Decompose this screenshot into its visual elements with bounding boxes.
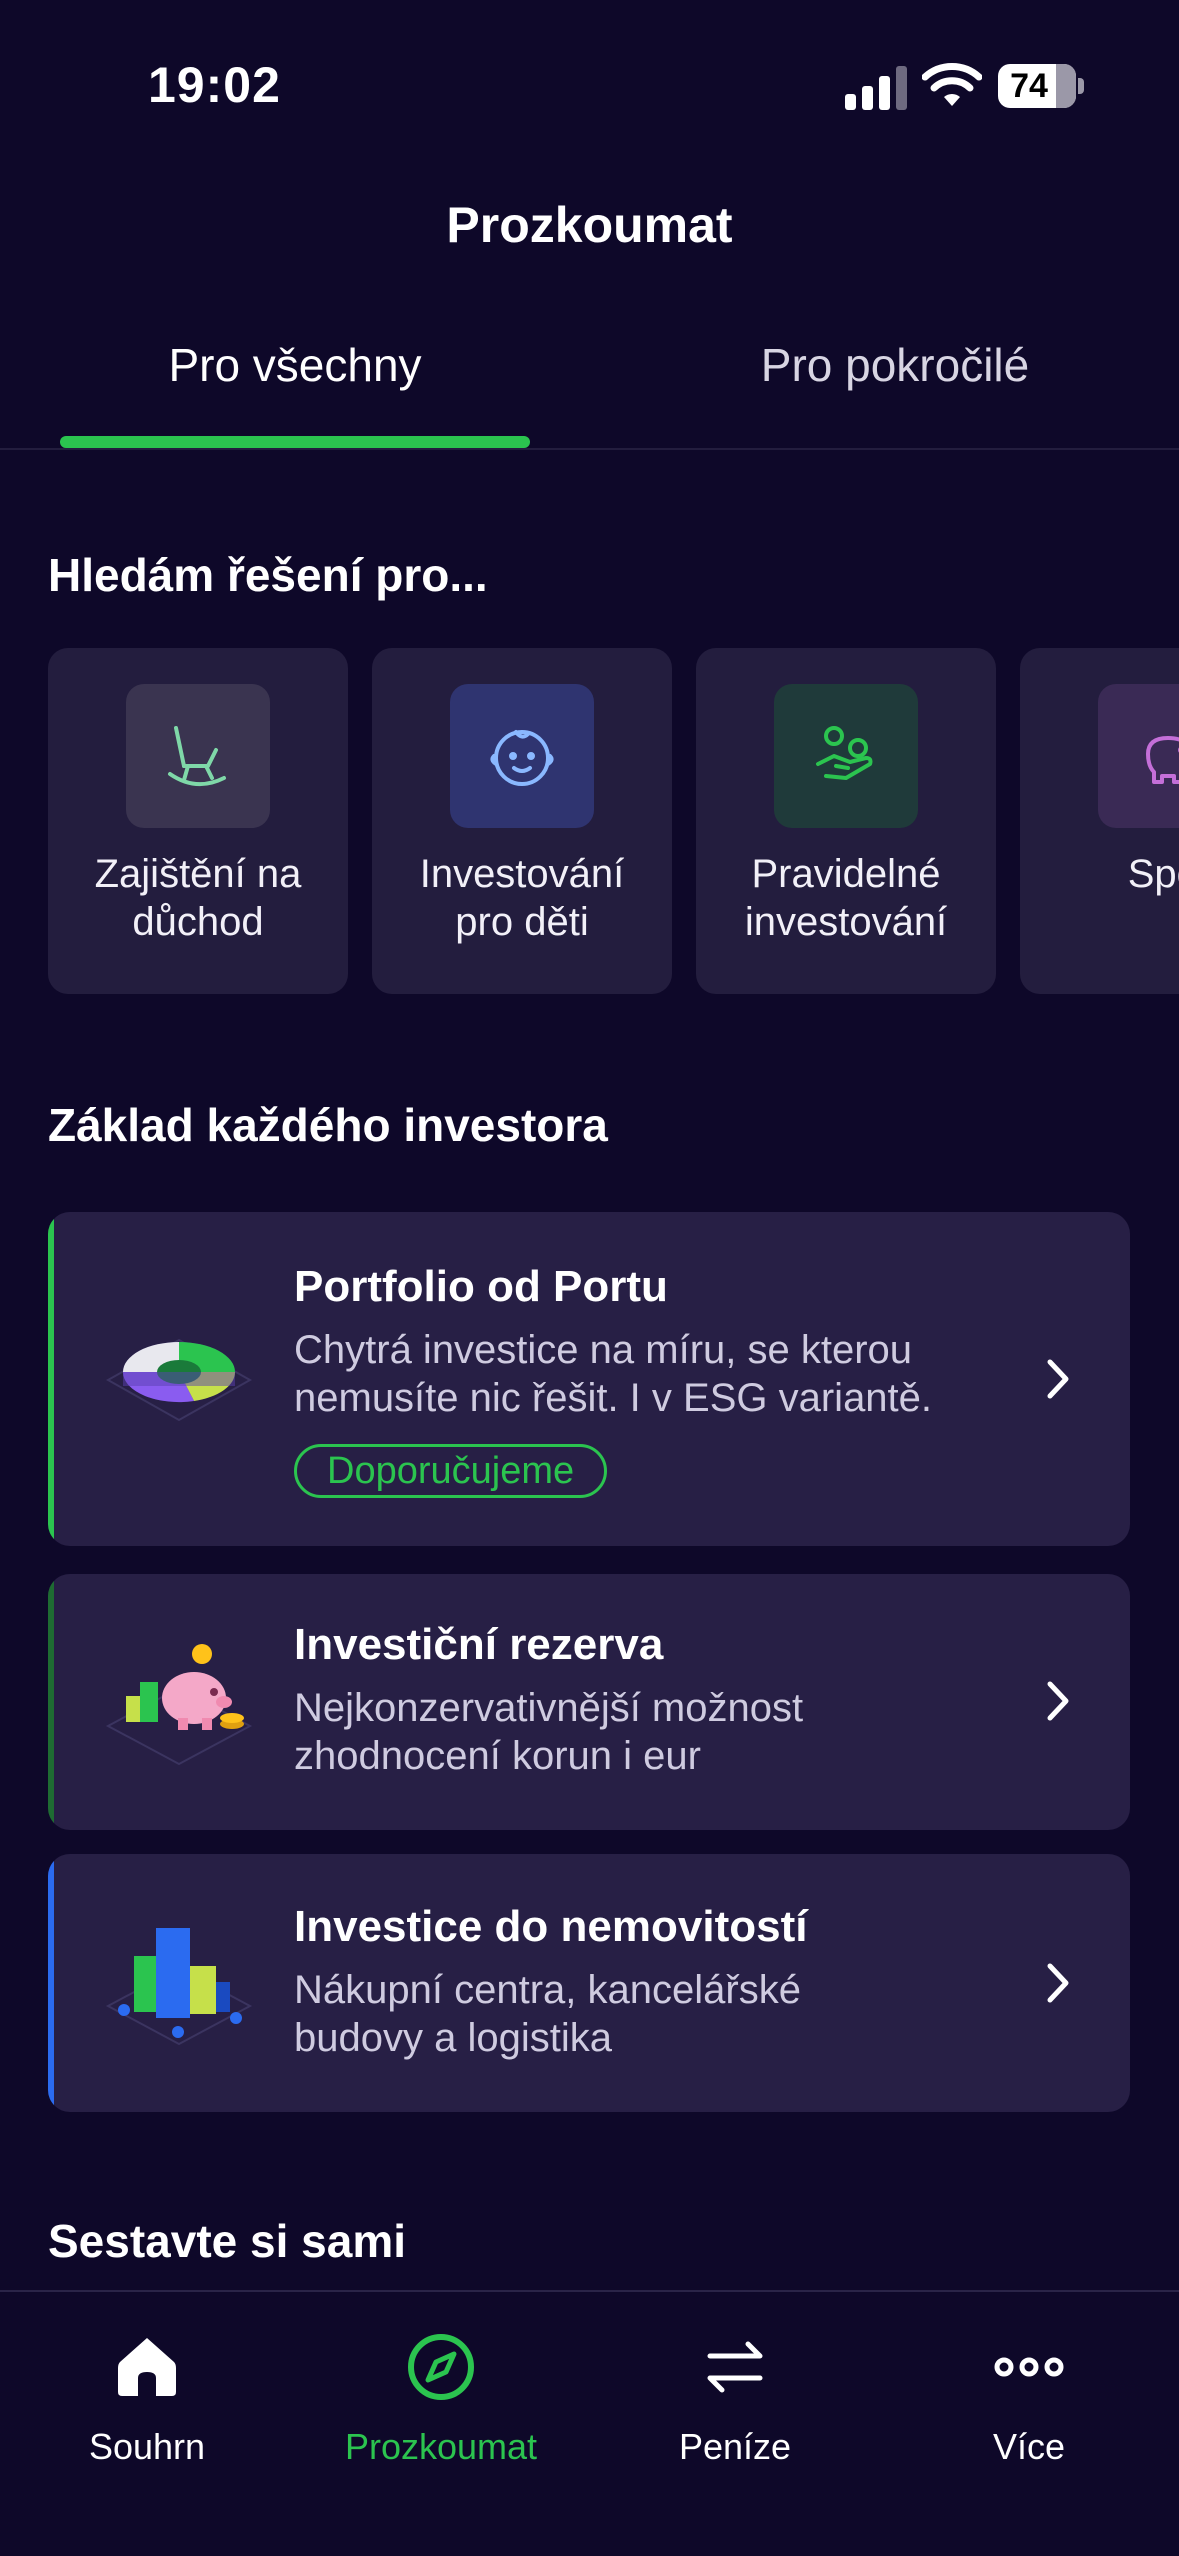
solution-icon-box [774,684,918,828]
card-accent [48,1574,54,1830]
solution-icon-box [450,684,594,828]
nav-item-penize[interactable]: Peníze [588,2292,882,2492]
tab-pro-pokrocile[interactable]: Pro pokročilé [650,338,1140,392]
status-bar: 19:02 74 [0,0,1179,170]
piggy-bank-illustration [105,1644,253,1766]
card-accent [48,1212,54,1546]
solution-label: Spoř [1127,852,1179,896]
battery-icon: 74 [998,64,1076,108]
nav-label: Prozkoumat [344,2426,538,2467]
battery-level: 74 [1010,67,1048,105]
solution-label: Zajištění na důchod [94,852,302,944]
tab-pro-vsechny[interactable]: Pro všechny [60,338,530,392]
compass-icon [408,2334,474,2400]
piggy-bank-icon [1146,736,1179,784]
card-accent [48,1854,54,2112]
nav-item-prozkoumat[interactable]: Prozkoumat [294,2292,588,2492]
solutions-carousel[interactable]: Zajištění na důchod Investování pro děti [48,648,1179,996]
diy-section-title: Sestavte si sami [48,2215,407,2267]
solution-card-regular[interactable]: Pravidelné investování [696,648,996,994]
product-description: Nákupní centra, kancelářské budovy a log… [294,1968,801,2060]
cellular-signal-icon [845,66,907,110]
battery-tip [1078,78,1084,94]
pie-chart-illustration [105,1338,253,1422]
product-title: Investice do nemovitostí [294,1902,808,1951]
nav-item-souhrn[interactable]: Souhrn [0,2292,294,2492]
recommended-badge: Doporučujeme [294,1444,608,1498]
solution-card-savings[interactable]: Spoř [1020,648,1179,994]
solution-icon-box [1098,684,1179,828]
solution-icon-box [126,684,270,828]
transfer-arrows-icon [707,2341,763,2393]
buildings-illustration [105,1928,253,2046]
home-icon [118,2338,176,2396]
solution-label: Pravidelné investování [744,852,948,944]
page-title: Prozkoumat [446,197,733,253]
wifi-icon [922,63,982,106]
solution-label: Investování pro děti [419,852,625,944]
solution-card-retirement[interactable]: Zajištění na důchod [48,648,348,994]
chevron-right-icon [1047,1681,1069,1721]
nav-label: Souhrn [88,2426,206,2467]
solutions-section-title: Hledám řešení pro... [48,549,488,601]
nav-item-vice[interactable]: Více [882,2292,1176,2492]
chevron-right-icon [1047,1963,1069,2003]
bottom-navigation: Souhrn Prozkoumat Peníze Více [0,2290,1179,2556]
active-tab-indicator [60,436,530,448]
product-card-reserve[interactable]: Investiční rezerva Nejkonzervativnější m… [48,1574,1130,1830]
tab-bar: Pro všechny Pro pokročilé [0,320,1179,450]
product-card-portfolio[interactable]: Portfolio od Portu Chytrá investice na m… [48,1212,1130,1546]
product-title: Investiční rezerva [294,1620,664,1669]
basics-section-title: Základ každého investora [48,1099,608,1151]
rocking-chair-icon [168,726,226,786]
hand-coins-icon [816,726,873,780]
product-title: Portfolio od Portu [294,1262,668,1311]
chevron-right-icon [1047,1359,1069,1399]
product-description: Nejkonzervativnější možnost zhodnocení k… [294,1686,804,1778]
nav-label: Peníze [678,2426,792,2467]
more-dots-icon [994,2357,1064,2377]
product-description: Chytrá investice na míru, se kterou nemu… [294,1328,933,1420]
solution-card-kids[interactable]: Investování pro děti [372,648,672,994]
nav-label: Více [992,2426,1066,2467]
product-card-real-estate[interactable]: Investice do nemovitostí Nákupní centra,… [48,1854,1130,2112]
status-time: 19:02 [148,57,281,113]
baby-face-icon [490,730,554,786]
